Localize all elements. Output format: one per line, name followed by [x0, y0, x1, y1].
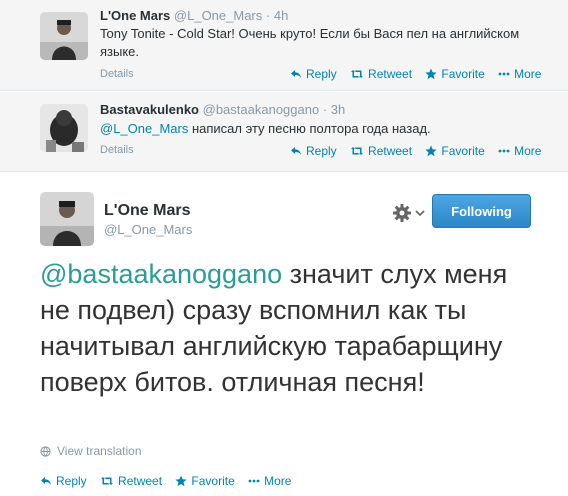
fullname[interactable]: L'One Mars	[104, 202, 191, 220]
retweet-button[interactable]: Retweet	[350, 67, 412, 81]
tweet-body: написал эту песню полтора года назад.	[188, 121, 431, 136]
timestamp[interactable]: 3h	[331, 102, 345, 117]
screenname[interactable]: @L_One_Mars	[104, 222, 192, 237]
details-link[interactable]: Details	[100, 144, 134, 156]
reply-label: Reply	[306, 67, 337, 81]
tweet-text: @bastaakanoggano значит слух меня не под…	[40, 256, 540, 400]
tweet-text: Tony Tonite - Cold Star! Очень круто! Ес…	[100, 25, 530, 61]
tweet-reply-1: L'One Mars @L_One_Mars · 4h Tony Tonite …	[0, 0, 568, 91]
retweet-label: Retweet	[368, 67, 413, 81]
more-label: More	[514, 67, 542, 81]
tweet-body: Tony Tonite - Cold Star! Очень круто! Ес…	[100, 26, 520, 59]
mention-link[interactable]: @L_One_Mars	[100, 121, 188, 136]
retweet-button[interactable]: Retweet	[100, 474, 162, 488]
avatar[interactable]	[40, 104, 88, 152]
reply-icon	[290, 145, 302, 157]
avatar[interactable]	[40, 192, 94, 246]
favorite-icon	[175, 475, 187, 487]
fullname[interactable]: L'One Mars	[100, 8, 170, 23]
screenname[interactable]: @L_One_Mars	[174, 8, 262, 23]
reply-icon	[40, 475, 52, 487]
tweet-header: L'One Mars @L_One_Mars · 4h	[100, 8, 288, 24]
favorite-icon	[425, 145, 437, 157]
fullname[interactable]: Bastavakulenko	[100, 102, 199, 117]
tweet-header: Bastavakulenko @bastaakanoggano · 3h	[100, 102, 345, 118]
gear-icon	[393, 204, 411, 222]
avatar[interactable]	[40, 12, 88, 60]
separator: ·	[265, 8, 271, 23]
retweet-icon	[100, 475, 114, 487]
more-button[interactable]: More	[498, 67, 541, 81]
mention-link[interactable]: @bastaakanoggano	[40, 259, 282, 289]
globe-icon	[40, 445, 51, 457]
view-translation[interactable]: View translation	[40, 444, 142, 458]
separator: ·	[322, 102, 328, 117]
retweet-button[interactable]: Retweet	[350, 144, 412, 158]
more-button[interactable]: More	[248, 474, 291, 488]
retweet-icon	[350, 68, 364, 80]
favorite-label: Favorite	[441, 67, 485, 81]
more-label: More	[264, 474, 292, 488]
retweet-icon	[350, 145, 364, 157]
retweet-label: Retweet	[118, 474, 163, 488]
more-button[interactable]: More	[498, 144, 541, 158]
favorite-icon	[425, 68, 437, 80]
favorite-button[interactable]: Favorite	[425, 67, 485, 81]
timestamp[interactable]: 4h	[274, 8, 288, 23]
reply-label: Reply	[56, 474, 87, 488]
tweet-actions: Reply Retweet Favorite More	[290, 67, 541, 83]
tweet-reply-2: Bastavakulenko @bastaakanoggano · 3h @L_…	[0, 92, 568, 172]
view-translation-label: View translation	[57, 444, 142, 458]
tweet-text: @L_One_Mars написал эту песню полтора го…	[100, 120, 530, 138]
retweet-label: Retweet	[368, 144, 413, 158]
favorite-label: Favorite	[441, 144, 485, 158]
more-icon	[248, 475, 260, 487]
following-button[interactable]: Following	[432, 194, 531, 228]
more-icon	[498, 145, 510, 157]
reply-icon	[290, 68, 302, 80]
more-label: More	[514, 144, 542, 158]
user-actions-dropdown[interactable]	[392, 202, 428, 224]
favorite-button[interactable]: Favorite	[175, 474, 235, 488]
tweet-actions: Reply Retweet Favorite More	[40, 474, 291, 490]
reply-button[interactable]: Reply	[290, 144, 337, 158]
favorite-label: Favorite	[191, 474, 235, 488]
reply-button[interactable]: Reply	[40, 474, 87, 488]
reply-label: Reply	[306, 144, 337, 158]
chevron-down-icon	[415, 210, 425, 217]
reply-button[interactable]: Reply	[290, 67, 337, 81]
screenname[interactable]: @bastaakanoggano	[203, 102, 320, 117]
favorite-button[interactable]: Favorite	[425, 144, 485, 158]
tweet-actions: Reply Retweet Favorite More	[290, 144, 541, 160]
more-icon	[498, 68, 510, 80]
details-link[interactable]: Details	[100, 68, 134, 80]
